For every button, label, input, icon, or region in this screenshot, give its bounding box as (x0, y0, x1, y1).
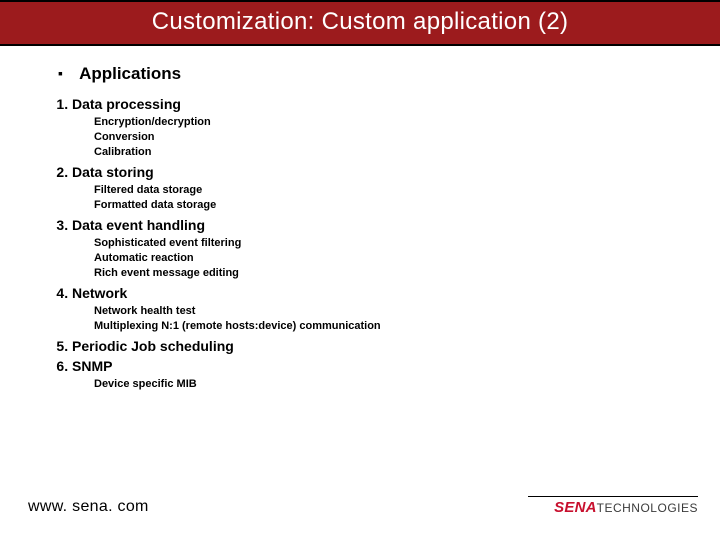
sub-item: Filtered data storage (94, 184, 692, 196)
item-label: Data event handling (72, 217, 205, 233)
list-item: Data storing Filtered data storage Forma… (72, 164, 692, 211)
list-item: SNMP Device specific MIB (72, 358, 692, 390)
sub-item: Rich event message editing (94, 267, 692, 279)
logo-rule (528, 496, 698, 497)
slide-title: Customization: Custom application (2) (0, 0, 720, 46)
item-label: SNMP (72, 358, 112, 374)
item-label: Network (72, 285, 127, 301)
slide: Customization: Custom application (2) Ap… (0, 0, 720, 540)
item-label: Data processing (72, 96, 181, 112)
sub-item: Device specific MIB (94, 378, 692, 390)
sub-list: Sophisticated event filtering Automatic … (94, 237, 692, 279)
slide-body: Applications Data processing Encryption/… (0, 46, 720, 390)
section-heading-text: Applications (79, 64, 181, 83)
sub-list: Filtered data storage Formatted data sto… (94, 184, 692, 211)
item-label: Periodic Job scheduling (72, 338, 234, 354)
item-label: Data storing (72, 164, 154, 180)
list-item: Periodic Job scheduling (72, 338, 692, 354)
numbered-list: Data processing Encryption/decryption Co… (72, 96, 692, 390)
sub-item: Conversion (94, 131, 692, 143)
footer: www. sena. com SENATECHNOLOGIES (28, 496, 698, 516)
list-item: Data event handling Sophisticated event … (72, 217, 692, 279)
sub-list: Encryption/decryption Conversion Calibra… (94, 116, 692, 158)
logo-sena: SENA (554, 499, 596, 516)
logo-tech: TECHNOLOGIES (597, 501, 698, 515)
list-item: Data processing Encryption/decryption Co… (72, 96, 692, 158)
sub-list: Device specific MIB (94, 378, 692, 390)
section-heading: Applications (58, 64, 692, 84)
logo-brand: SENATECHNOLOGIES (528, 499, 698, 516)
logo: SENATECHNOLOGIES (528, 496, 698, 516)
list-item: Network Network health test Multiplexing… (72, 285, 692, 332)
sub-item: Sophisticated event filtering (94, 237, 692, 249)
sub-item: Formatted data storage (94, 199, 692, 211)
sub-item: Network health test (94, 305, 692, 317)
sub-item: Automatic reaction (94, 252, 692, 264)
sub-item: Encryption/decryption (94, 116, 692, 128)
sub-item: Calibration (94, 146, 692, 158)
sub-list: Network health test Multiplexing N:1 (re… (94, 305, 692, 332)
footer-url: www. sena. com (28, 498, 149, 516)
sub-item: Multiplexing N:1 (remote hosts:device) c… (94, 320, 692, 332)
